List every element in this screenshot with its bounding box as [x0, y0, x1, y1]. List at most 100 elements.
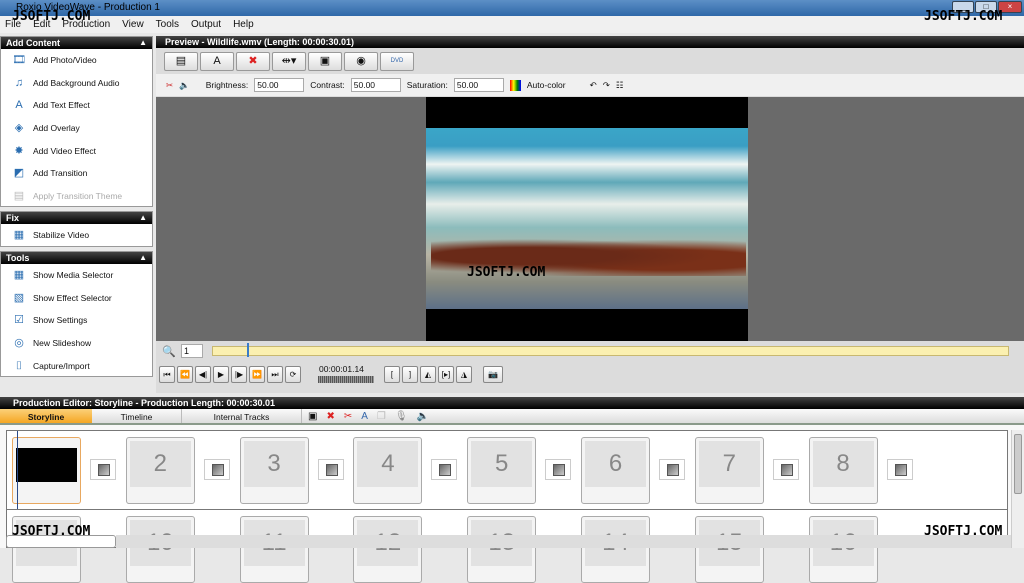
auto-color-button[interactable]: Auto-color — [527, 80, 566, 90]
tab-internal-tracks[interactable]: Internal Tracks — [182, 409, 302, 423]
play-button[interactable]: ▶ — [213, 366, 229, 383]
storyline-clip-slot[interactable]: 2 — [125, 437, 195, 504]
go-end-button[interactable]: ⏭ — [267, 366, 283, 383]
dvd-button[interactable]: DVD — [380, 52, 414, 71]
storyline-playhead[interactable] — [17, 431, 18, 509]
add-video-effect-icon: ✸ — [14, 144, 24, 157]
watermark: JSOFTJ.COM — [924, 524, 1003, 539]
menu-output[interactable]: Output — [191, 19, 221, 30]
snapshot-button[interactable]: 📷 — [483, 366, 503, 383]
panel-item-stabilize-video[interactable]: ▦ Stabilize Video — [1, 224, 152, 247]
color-icon[interactable] — [509, 79, 521, 91]
settings-icon[interactable]: ☷ — [616, 80, 624, 91]
transition-slot[interactable] — [90, 459, 116, 480]
panel-item-add-photo-video[interactable]: 🎞 Add Photo/Video — [1, 49, 152, 72]
storyline-clip-slot[interactable]: 7 — [694, 437, 764, 504]
transition-slot[interactable] — [772, 459, 799, 480]
add-text-button[interactable]: A — [200, 52, 234, 71]
panel-item-add-transition[interactable]: ◩ Add Transition — [1, 162, 152, 185]
menu-help[interactable]: Help — [233, 19, 254, 30]
frame-input[interactable]: 1 — [181, 344, 203, 358]
delete-icon[interactable]: ✖ — [326, 409, 334, 423]
watermark: JSOFTJ.COM — [924, 9, 1003, 24]
panel-item-capture-import[interactable]: ⌷ Capture/Import — [1, 354, 152, 377]
storyline-clip-slot[interactable]: 6 — [581, 437, 650, 504]
add-content-header[interactable]: Add Content ▲ — [1, 37, 152, 49]
storyline-clip-slot[interactable]: 4 — [353, 437, 423, 504]
contrast-input[interactable]: 50.00 — [350, 78, 401, 92]
brightness-label: Brightness: — [205, 80, 249, 90]
storyline-clip-slot[interactable]: 13 — [467, 516, 537, 583]
vertical-scrollbar[interactable] — [1011, 430, 1024, 548]
rotate-right-icon[interactable]: ↷ — [603, 80, 610, 91]
storyline-clip-slot[interactable]: 16 — [808, 516, 878, 583]
transition-slot[interactable] — [886, 459, 913, 480]
play-marked-button[interactable]: [▸] — [438, 366, 454, 383]
next-frame-button[interactable]: |▶ — [231, 366, 247, 383]
storyline-clip-slot[interactable]: 8 — [808, 437, 878, 504]
mark-in-button[interactable]: [ — [384, 366, 400, 383]
add-audio-icon: ♫ — [14, 76, 24, 89]
storyline-clip-slot[interactable]: 14 — [581, 516, 650, 583]
brightness-input[interactable]: 50.00 — [254, 78, 305, 92]
burn-button[interactable]: ◉ — [344, 52, 378, 71]
panel-item-add-text-effect[interactable]: A Add Text Effect — [1, 94, 152, 117]
storyline-clip-slot[interactable]: 12 — [353, 516, 423, 583]
transition-slot[interactable] — [431, 459, 458, 480]
fast-forward-button[interactable]: ⏩ — [249, 366, 265, 383]
storyline-clip-slot[interactable]: 15 — [694, 516, 764, 583]
volume-icon[interactable]: 🔈 — [417, 409, 429, 423]
go-mark-in-button[interactable]: ◭ — [420, 366, 436, 383]
mark-out-button[interactable]: ] — [402, 366, 418, 383]
storyline-clip-slot[interactable]: 3 — [239, 437, 309, 504]
panel-item-new-slideshow[interactable]: ◎ New Slideshow — [1, 332, 152, 355]
save-button[interactable]: ▣ — [308, 52, 342, 71]
tab-timeline[interactable]: Timeline — [92, 409, 182, 423]
tab-storyline[interactable]: Storyline — [0, 409, 92, 423]
storyline-clip-slot[interactable]: 10 — [125, 516, 195, 583]
split-icon[interactable]: ✂ — [344, 409, 352, 423]
loop-button[interactable]: ⟳ — [285, 366, 301, 383]
playhead[interactable] — [247, 343, 250, 357]
menu-view[interactable]: View — [122, 19, 144, 30]
add-text-icon[interactable]: A — [361, 409, 368, 423]
panel-item-add-video-effect[interactable]: ✸ Add Video Effect — [1, 139, 152, 162]
new-slideshow-icon: ◎ — [14, 337, 24, 350]
transition-slot[interactable] — [203, 459, 230, 480]
panel-item-apply-transition-theme[interactable]: ▤ Apply Transition Theme — [1, 185, 152, 208]
tools-header[interactable]: Tools ▲ — [1, 252, 152, 264]
properties-icon[interactable]: ▣ — [308, 409, 317, 423]
fix-header[interactable]: Fix ▲ — [1, 212, 152, 224]
align-button[interactable]: ⇹▾ — [272, 52, 306, 71]
delete-button[interactable]: ✖ — [236, 52, 270, 71]
show-media-selector-icon: ▦ — [13, 269, 25, 282]
microphone-icon[interactable]: 🎙 — [395, 409, 408, 423]
add-text-icon: A — [15, 99, 23, 112]
rewind-button[interactable]: ⏪ — [177, 366, 193, 383]
panel-item-add-background-audio[interactable]: ♫ Add Background Audio — [1, 72, 152, 95]
storyboard-button[interactable]: ▤ — [164, 52, 198, 71]
panel-item-show-media-selector[interactable]: ▦ Show Media Selector — [1, 264, 152, 287]
speaker-icon[interactable]: 🔈 — [179, 80, 190, 91]
saturation-input[interactable]: 50.00 — [453, 78, 504, 92]
scissors-icon[interactable]: ✂ — [166, 80, 173, 91]
transition-slot[interactable] — [545, 459, 572, 480]
go-mark-out-button[interactable]: ◮ — [456, 366, 472, 383]
editor-title: Production Editor: Storyline - Productio… — [0, 397, 1024, 409]
panel-item-show-effect-selector[interactable]: ▧ Show Effect Selector — [1, 287, 152, 310]
scrub-bar[interactable] — [212, 343, 1009, 357]
storyline-clip-slot[interactable] — [12, 437, 81, 504]
panel-item-add-overlay[interactable]: ◈ Add Overlay — [1, 117, 152, 140]
jog-shuttle[interactable] — [318, 376, 374, 383]
storyline-clip-slot[interactable]: 5 — [467, 437, 537, 504]
zoom-icon[interactable]: 🔍 — [162, 345, 176, 358]
storyline-clip-slot[interactable]: 11 — [239, 516, 309, 583]
go-start-button[interactable]: ⏮ — [159, 366, 175, 383]
rotate-left-icon[interactable]: ↶ — [590, 80, 597, 91]
prev-frame-button[interactable]: ◀| — [195, 366, 211, 383]
transition-slot[interactable] — [659, 459, 685, 480]
transition-slot[interactable] — [317, 459, 344, 480]
copy-icon[interactable]: ❐ — [377, 409, 386, 423]
menu-tools[interactable]: Tools — [156, 19, 179, 30]
panel-item-show-settings[interactable]: ☑ Show Settings — [1, 309, 152, 332]
